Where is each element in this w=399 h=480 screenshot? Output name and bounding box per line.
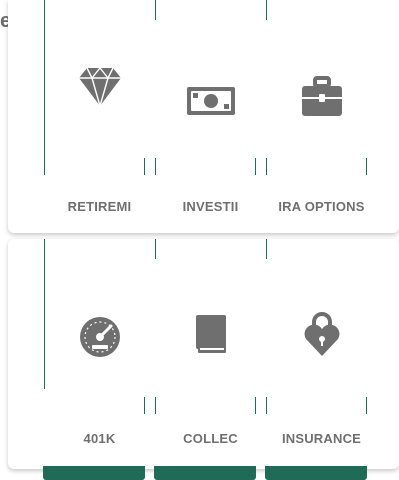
- tile-label: INSURANCE: [281, 431, 362, 446]
- book-icon: [195, 315, 226, 353]
- diamond-icon: [78, 68, 121, 106]
- tile-footer-bar: [43, 466, 145, 480]
- tile-label: COLLEC: [183, 431, 238, 446]
- tile-insurance[interactable]: INSURANCE: [266, 239, 377, 469]
- services-row-1: RETIREMI INVESTII IRA OPTIONS: [8, 0, 399, 233]
- tile-ira-options[interactable]: IRA OPTIONS: [266, 0, 377, 233]
- tile-label: 401K: [83, 431, 116, 446]
- tile-label: IRA OPTIONS: [278, 199, 365, 214]
- briefcase-icon: [301, 76, 342, 116]
- tile-investing[interactable]: INVESTII: [155, 0, 266, 233]
- tile-label: RETIREMI: [67, 199, 132, 214]
- tile-college[interactable]: COLLEC: [155, 239, 266, 469]
- speedometer-icon: [79, 316, 121, 358]
- tile-footer-bar: [265, 466, 367, 480]
- tile-label: INVESTII: [182, 199, 239, 214]
- money-icon: [186, 87, 235, 115]
- tile-retirement[interactable]: RETIREMI: [44, 0, 155, 233]
- tile-401k[interactable]: 401K: [44, 239, 155, 469]
- lock-heart-icon: [304, 312, 340, 356]
- services-row-2: 401K COLLEC INSURANCE: [8, 239, 399, 469]
- tile-footer-bar: [154, 466, 256, 480]
